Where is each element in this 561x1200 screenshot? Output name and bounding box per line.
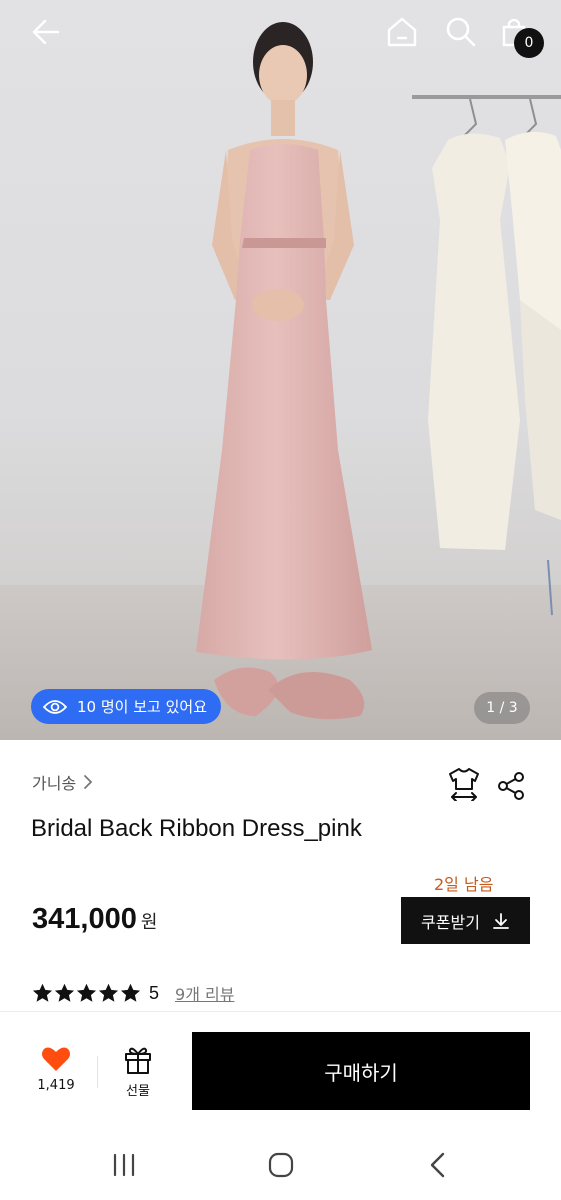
like-button[interactable]: 1,419	[30, 1046, 82, 1108]
product-title: Bridal Back Ribbon Dress_pink	[31, 815, 362, 842]
eye-icon	[43, 699, 67, 714]
get-coupon-label: 쿠폰받기	[421, 912, 480, 932]
top-bar: 0	[0, 0, 561, 70]
star-icon	[120, 983, 141, 1002]
back-nav-button[interactable]	[418, 1149, 458, 1181]
like-count: 1,419	[37, 1078, 75, 1093]
recent-apps-icon	[113, 1153, 135, 1177]
home-button[interactable]	[384, 14, 420, 50]
star-icon	[32, 983, 53, 1002]
back-chevron-icon	[430, 1152, 445, 1178]
viewers-text: 10 명이 보고 있어요	[77, 698, 207, 716]
gift-icon	[125, 1047, 151, 1074]
search-button[interactable]	[443, 14, 479, 50]
purchase-action-bar: 1,419 선물 구매하기	[0, 1011, 561, 1131]
rating-summary: 5 9개 리뷰	[32, 981, 234, 1005]
heart-icon	[42, 1047, 70, 1071]
get-coupon-button[interactable]: 쿠폰받기	[401, 897, 530, 944]
chevron-right-icon	[84, 775, 93, 789]
price: 341,000 원	[32, 903, 157, 936]
home-nav-button[interactable]	[261, 1149, 301, 1181]
system-navigation-bar	[0, 1131, 561, 1200]
coupon-deadline: 2일 남음	[434, 875, 494, 894]
back-button[interactable]	[28, 14, 64, 50]
size-guide-shirt-icon	[449, 768, 479, 801]
product-photo	[0, 22, 561, 740]
buy-button[interactable]: 구매하기	[192, 1032, 530, 1110]
home-circle-icon	[268, 1152, 294, 1178]
reviews-link[interactable]: 9개 리뷰	[175, 981, 234, 1005]
divider	[97, 1056, 98, 1088]
star-icon	[98, 983, 119, 1002]
gift-label: 선물	[126, 1084, 150, 1099]
product-image-gallery[interactable]: 0 10 명이 보고 있어요 1 / 3	[0, 0, 561, 740]
brand-link[interactable]: 가니송	[32, 770, 94, 794]
star-icon	[54, 983, 75, 1002]
price-value: 341,000	[32, 903, 137, 935]
brand-name: 가니송	[32, 774, 77, 793]
share-icon	[498, 772, 524, 800]
price-currency: 원	[140, 912, 158, 933]
cart-count-badge: 0	[514, 28, 544, 58]
share-button[interactable]	[493, 768, 529, 804]
home-icon	[387, 17, 417, 47]
search-icon	[446, 17, 476, 47]
size-guide-button[interactable]	[446, 766, 482, 802]
star-rating	[32, 983, 141, 1003]
recent-apps-button[interactable]	[104, 1149, 144, 1181]
gift-button[interactable]: 선물	[112, 1046, 164, 1108]
download-icon	[493, 912, 509, 929]
live-viewers-badge: 10 명이 보고 있어요	[31, 689, 221, 724]
star-icon	[76, 983, 97, 1002]
rating-score: 5	[149, 982, 160, 1003]
back-arrow-icon	[32, 19, 60, 45]
image-page-indicator: 1 / 3	[474, 692, 530, 724]
